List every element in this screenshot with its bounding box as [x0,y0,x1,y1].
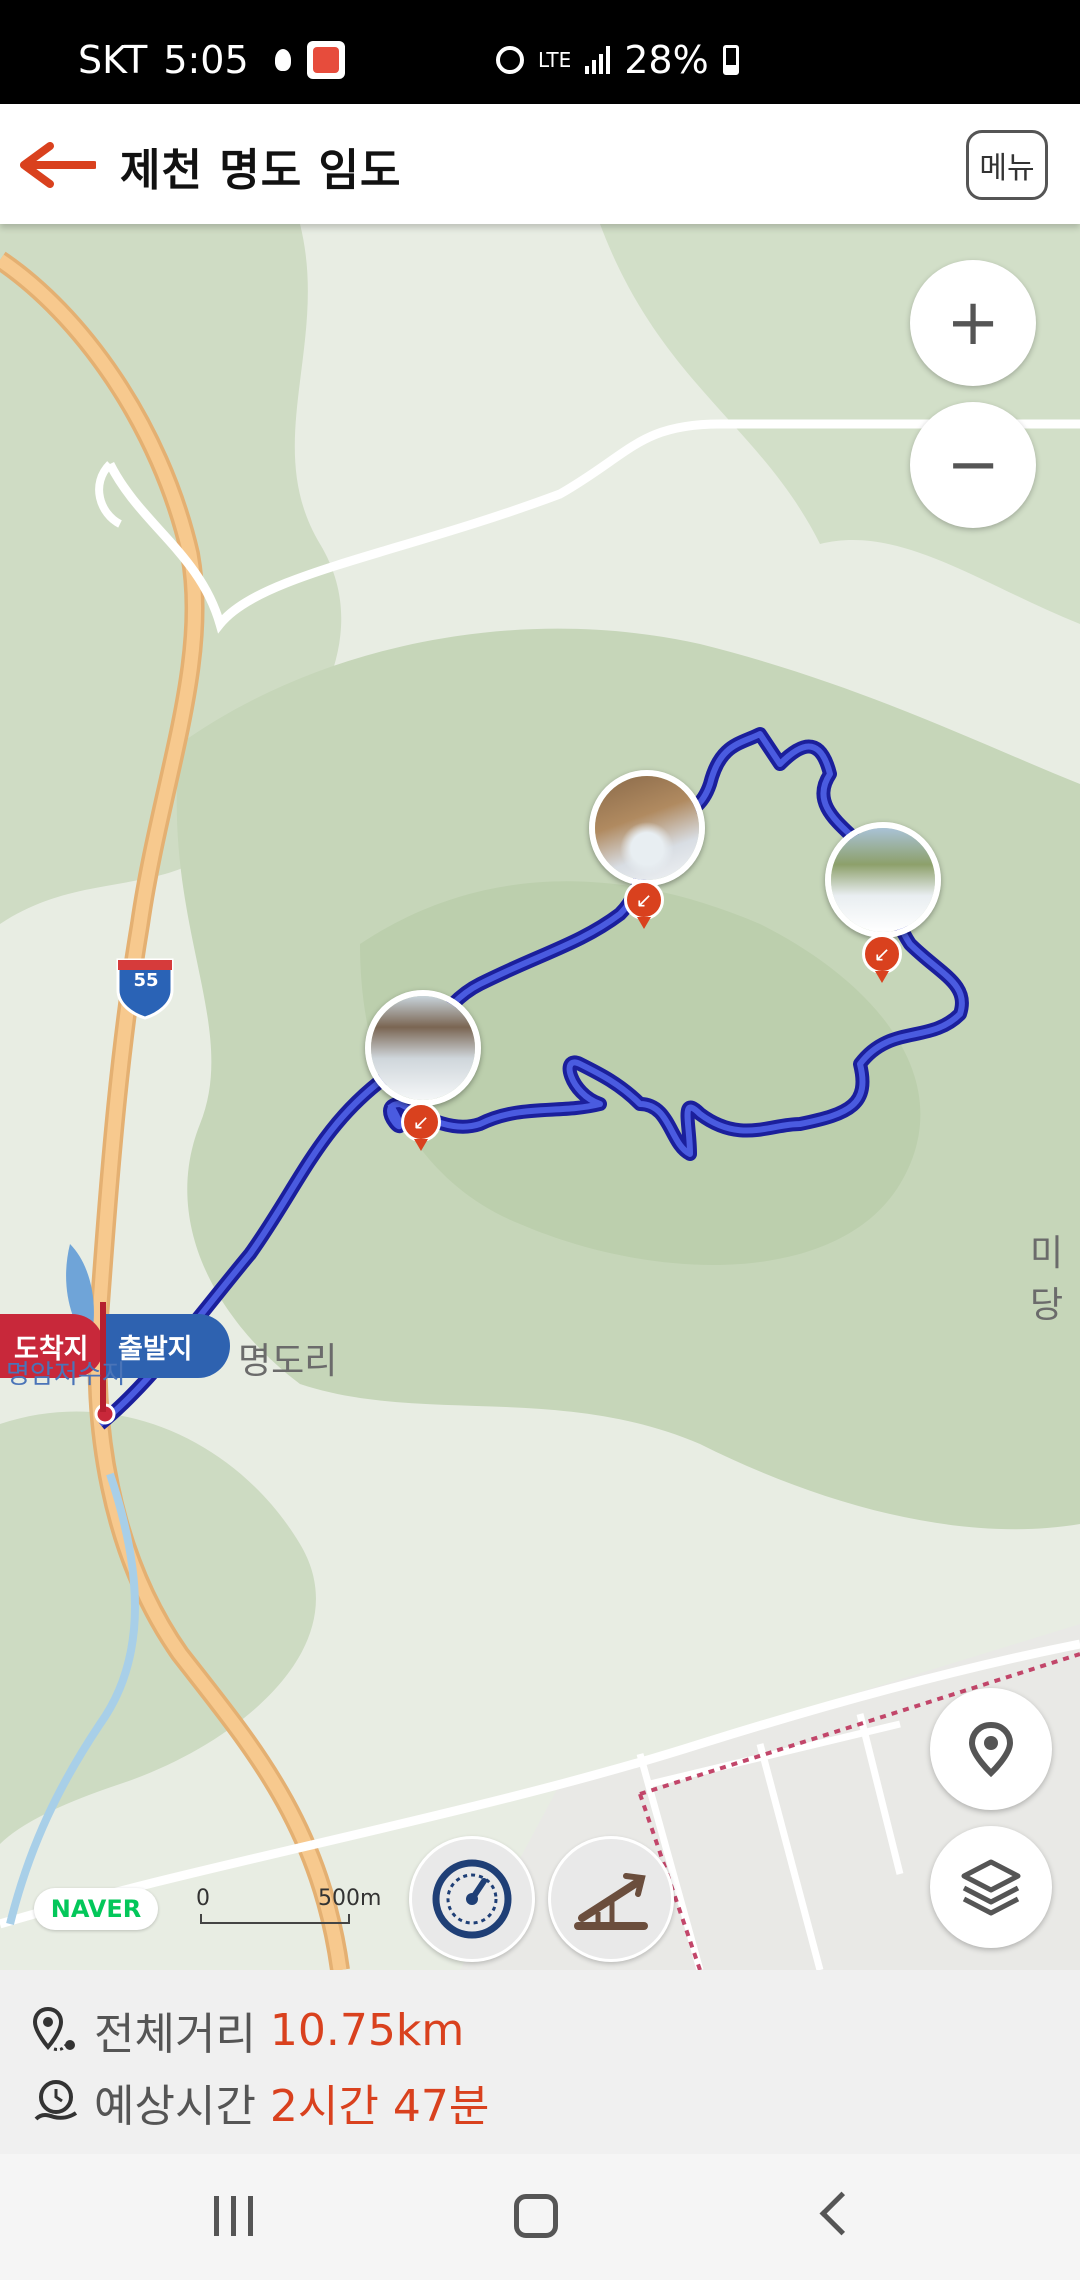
carrier-text: SKT [78,38,148,82]
trail-photo-marker[interactable] [365,990,481,1106]
scale-end: 500m [318,1886,382,1911]
zoom-out-button[interactable]: − [910,402,1036,528]
zoom-in-button[interactable]: + [910,260,1036,386]
time-clock-icon [34,2080,78,2121]
speedometer-button[interactable] [409,1836,535,1962]
elevation-button[interactable] [548,1836,674,1962]
clock-text: 5:05 [163,38,249,82]
trail-photo-marker[interactable] [825,822,941,938]
page-title: 제천 명도 임도 [120,145,402,196]
naver-logo: NAVER [34,1888,158,1930]
photo-pin-icon[interactable]: ↙ [862,934,902,983]
time-label: 예상시간 [94,2081,256,2132]
photo-pin-icon[interactable]: ↙ [624,880,664,929]
layers-button[interactable] [930,1826,1052,1948]
menu-button[interactable]: 메뉴 [966,130,1048,200]
time-value: 2시간 47분 [269,2081,490,2132]
distance-label: 전체거리 [94,2009,256,2060]
map-view[interactable]: 55 ↙ ↙ ↙ 도착지 출발지 명도리 명암저수지 미당 + − NAVER … [0,224,1080,1970]
alarm-icon [496,46,524,74]
scale-start: 0 [196,1886,210,1911]
location-pin-icon [968,1721,1014,1778]
place-label-edge: 미당 [1030,1233,1064,1326]
home-icon[interactable] [514,2194,558,2238]
photo-pin-icon[interactable]: ↙ [401,1102,441,1151]
back-arrow-icon[interactable] [20,142,96,188]
speedometer-icon [432,1859,512,1939]
system-nav-bar [0,2154,1080,2280]
bulb-icon [274,49,291,71]
layers-icon [961,1859,1021,1916]
battery-icon [722,45,739,75]
app-notification-icon [306,41,345,79]
status-bar: SKT 5:05 LTE 28% [0,0,1080,104]
elevation-slope-icon [574,1873,648,1930]
route-info-panel: 전체거리 10.75km 예상시간 2시간 47분 [0,1970,1080,2154]
trail-photo-marker[interactable] [589,770,705,886]
distance-value: 10.75km [269,2004,465,2056]
signal-icon [585,46,611,74]
scale-bar [200,1914,350,1924]
network-type: LTE [538,48,572,72]
battery-text: 28% [624,38,709,82]
distance-pin-icon [32,2006,75,2051]
app-header: 제천 명도 임도 메뉴 [0,104,1080,224]
highway-number: 55 [133,970,159,991]
back-nav-icon[interactable] [819,2191,864,2236]
recent-apps-icon[interactable] [214,2196,253,2236]
place-label-reservoir: 명암저수지 [6,1360,126,1390]
location-button[interactable] [930,1688,1052,1810]
place-label-village: 명도리 [238,1341,338,1382]
